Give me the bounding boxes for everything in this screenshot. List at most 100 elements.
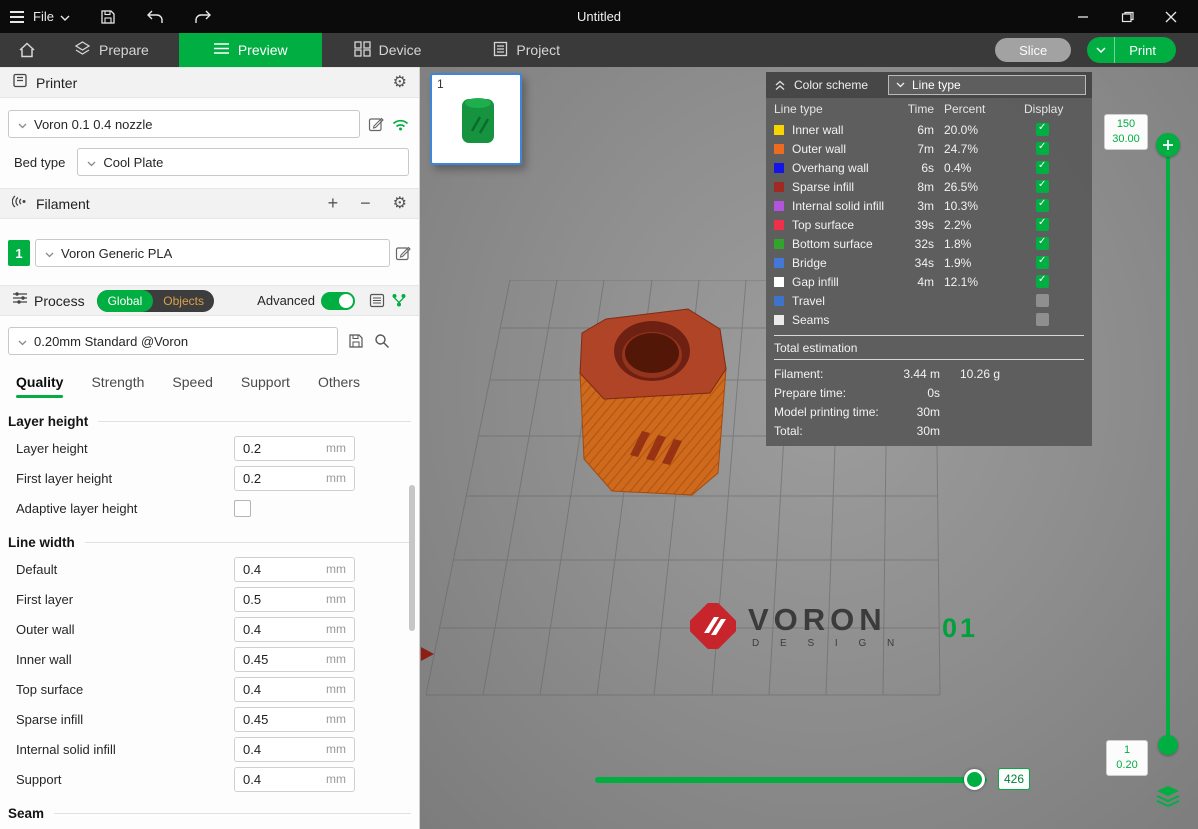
tab-project[interactable]: Project: [483, 33, 570, 67]
edit-filament-icon[interactable]: [395, 245, 411, 261]
print-button[interactable]: Print: [1115, 43, 1176, 58]
slice-button[interactable]: Slice: [995, 38, 1071, 62]
tab-device[interactable]: Device: [344, 33, 432, 67]
display-checkbox[interactable]: [1036, 180, 1049, 193]
search-settings-icon[interactable]: [374, 333, 390, 349]
remove-filament-icon[interactable]: −: [360, 193, 371, 214]
internal-solid-infill-line-width-input[interactable]: [235, 742, 313, 757]
legend-row-bottom-surface: Bottom surface 32s 1.8%: [766, 234, 1092, 253]
first-layer-line-width-field[interactable]: mm: [234, 587, 355, 612]
first-layer-height-field[interactable]: mm: [234, 466, 355, 491]
wifi-connection-icon[interactable]: [392, 118, 409, 131]
save-icon[interactable]: [100, 9, 116, 25]
display-checkbox[interactable]: [1036, 161, 1049, 174]
file-menu[interactable]: File: [33, 9, 54, 24]
sliced-model[interactable]: [568, 303, 738, 517]
parameter-list-icon[interactable]: [369, 293, 385, 308]
display-checkbox[interactable]: [1036, 275, 1049, 288]
add-filament-icon[interactable]: +: [328, 193, 339, 214]
support-line-width-input[interactable]: [235, 772, 313, 787]
printer-settings-gear-icon[interactable]: ⚙: [393, 75, 407, 91]
tab-support[interactable]: Support: [241, 374, 290, 398]
layer-height-input[interactable]: [235, 441, 313, 456]
plate-thumbnail[interactable]: 1: [430, 73, 522, 165]
inner-wall-line-width-field[interactable]: mm: [234, 647, 355, 672]
display-checkbox[interactable]: [1036, 218, 1049, 231]
display-checkbox[interactable]: [1036, 294, 1049, 307]
sidebar-scrollbar[interactable]: [409, 485, 415, 631]
bed-type-value: Cool Plate: [103, 155, 163, 170]
printer-preset-select[interactable]: Voron 0.1 0.4 nozzle: [8, 110, 360, 138]
layer-slider-bottom-handle[interactable]: [1158, 735, 1178, 755]
default-line-width-input[interactable]: [235, 562, 313, 577]
line-type-label: Outer wall: [792, 142, 904, 156]
column-time: Time: [904, 102, 934, 116]
preview-viewport[interactable]: VORON D E S I G N 01 1: [420, 67, 1198, 829]
tab-prepare[interactable]: Prepare: [64, 33, 159, 67]
param-label: Default: [16, 562, 57, 577]
display-checkbox[interactable]: [1036, 313, 1049, 326]
chevron-down-icon: [896, 82, 905, 88]
collapse-panel-icon[interactable]: [774, 80, 786, 91]
adaptive-layer-height-checkbox[interactable]: [234, 500, 251, 517]
edit-printer-icon[interactable]: [368, 116, 384, 132]
legend-row-travel: Travel: [766, 291, 1092, 310]
layer-height-field[interactable]: mm: [234, 436, 355, 461]
process-preset-select[interactable]: 0.20mm Standard @Voron: [8, 327, 338, 355]
parameter-tree-icon[interactable]: [391, 293, 407, 308]
plate-logo-subtitle: D E S I G N: [748, 638, 903, 649]
first-layer-height-input[interactable]: [235, 471, 313, 486]
main-menu-icon[interactable]: [10, 11, 24, 23]
step-slider-track[interactable]: [595, 777, 987, 783]
close-button[interactable]: [1156, 5, 1186, 29]
layer-slider-track[interactable]: [1166, 155, 1170, 739]
process-section-header: Process Global Objects Advanced: [0, 285, 419, 316]
display-checkbox[interactable]: [1036, 123, 1049, 136]
param-row-first-layer-height: First layer height mm: [0, 463, 419, 493]
internal-solid-infill-line-width-field[interactable]: mm: [234, 737, 355, 762]
bed-type-select[interactable]: Cool Plate: [77, 148, 409, 176]
step-slider-handle[interactable]: [964, 769, 985, 790]
tab-preview[interactable]: Preview: [179, 33, 322, 67]
tab-others[interactable]: Others: [318, 374, 360, 398]
process-icon: [12, 291, 28, 310]
print-dropdown-chevron-icon[interactable]: [1087, 37, 1115, 63]
tab-strength[interactable]: Strength: [91, 374, 144, 398]
support-line-width-field[interactable]: mm: [234, 767, 355, 792]
filament-preset-select[interactable]: Voron Generic PLA: [35, 239, 390, 267]
inner-wall-line-width-input[interactable]: [235, 652, 313, 667]
tab-speed[interactable]: Speed: [172, 374, 212, 398]
top-surface-line-width-field[interactable]: mm: [234, 677, 355, 702]
save-preset-icon[interactable]: [348, 333, 364, 349]
first-layer-line-width-input[interactable]: [235, 592, 313, 607]
tab-quality[interactable]: Quality: [16, 374, 63, 398]
minimize-button[interactable]: [1068, 5, 1098, 29]
filament-settings-gear-icon[interactable]: ⚙: [393, 196, 407, 212]
default-line-width-field[interactable]: mm: [234, 557, 355, 582]
display-checkbox[interactable]: [1036, 237, 1049, 250]
color-scheme-select[interactable]: Line type: [888, 75, 1086, 95]
redo-icon[interactable]: [194, 10, 212, 24]
param-label: First layer height: [16, 471, 112, 486]
advanced-toggle-switch[interactable]: [321, 292, 355, 310]
filament-slot-badge[interactable]: 1: [8, 240, 30, 266]
objects-toggle-option[interactable]: Objects: [153, 294, 214, 308]
global-toggle-option[interactable]: Global: [97, 290, 154, 312]
legend-row-inner-wall: Inner wall 6m 20.0%: [766, 120, 1092, 139]
outer-wall-line-width-field[interactable]: mm: [234, 617, 355, 642]
legend-header: Color scheme Line type: [766, 72, 1092, 98]
undo-icon[interactable]: [146, 10, 164, 24]
layer-slider-top-handle[interactable]: [1156, 133, 1180, 157]
display-checkbox[interactable]: [1036, 142, 1049, 155]
maximize-button[interactable]: [1112, 5, 1142, 29]
display-checkbox[interactable]: [1036, 256, 1049, 269]
param-row-inner-wall: Inner wall mm: [0, 644, 419, 674]
outer-wall-line-width-input[interactable]: [235, 622, 313, 637]
sparse-infill-line-width-field[interactable]: mm: [234, 707, 355, 732]
display-checkbox[interactable]: [1036, 199, 1049, 212]
file-menu-chevron-icon[interactable]: [60, 8, 70, 26]
sparse-infill-line-width-input[interactable]: [235, 712, 313, 727]
tab-home[interactable]: [8, 33, 46, 67]
layers-view-icon[interactable]: [1156, 785, 1180, 812]
top-surface-line-width-input[interactable]: [235, 682, 313, 697]
